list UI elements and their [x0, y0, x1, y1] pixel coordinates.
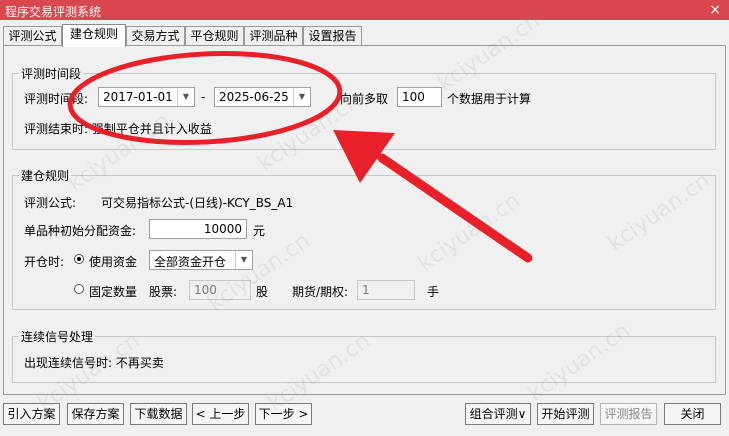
use-capital-label[interactable]: 使用资金 [89, 253, 137, 270]
close-button[interactable]: 关闭 [664, 403, 721, 425]
close-icon[interactable]: × [709, 1, 721, 19]
download-button[interactable]: 下载数据 [130, 403, 187, 425]
shares-input[interactable]: 100 [189, 280, 251, 300]
end-date-picker[interactable]: 2025-06-25 ▼ [214, 87, 311, 107]
tab-instruments[interactable]: 评测品种 [244, 26, 303, 46]
start-eval-button[interactable]: 开始评测 [537, 403, 594, 425]
period-group: 评测时间段 评测时间段: 2017-01-01 ▼ - 2025-06-25 ▼… [12, 65, 716, 150]
use-capital-radio[interactable] [74, 254, 84, 264]
shares-label: 股票: [149, 285, 178, 299]
open-rules-legend: 建仓规则 [19, 167, 72, 184]
tab-panel: 评测时间段 评测时间段: 2017-01-01 ▼ - 2025-06-25 ▼… [3, 45, 726, 395]
tab-report-settings[interactable]: 设置报告 [303, 26, 362, 46]
capital-mode-select[interactable]: 全部资金开仓 ▼ [149, 250, 253, 270]
tab-close-rules[interactable]: 平仓规则 [185, 26, 244, 46]
lookback-prefix: 向前多取 [340, 92, 389, 106]
start-date-picker[interactable]: 2017-01-01 ▼ [98, 87, 195, 107]
signal-legend: 连续信号处理 [19, 328, 96, 345]
futures-unit: 手 [427, 285, 440, 299]
capital-unit: 元 [253, 224, 266, 238]
bottom-button-bar: 引入方案 保存方案 下载数据 < 上一步 下一步 > 组合评测∨ 开始评测 评测… [0, 403, 729, 427]
tab-open-rules[interactable]: 建仓规则 [62, 24, 126, 47]
save-button[interactable]: 保存方案 [67, 403, 124, 425]
date-separator: - [201, 90, 206, 104]
chevron-down-icon[interactable]: ▼ [177, 88, 194, 106]
futures-input[interactable]: 1 [357, 280, 415, 300]
capital-mode-value: 全部资金开仓 [154, 255, 227, 269]
fixed-qty-radio[interactable] [74, 284, 84, 294]
title-bar: 程序交易评测系统 × [0, 0, 729, 20]
end-rule-text: 评测结束时: 强制平仓并且计入收益 [24, 122, 212, 136]
window-title: 程序交易评测系统 [5, 5, 102, 19]
tab-trade-mode[interactable]: 交易方式 [126, 26, 185, 46]
report-button[interactable]: 评测报告 [600, 403, 657, 425]
lookback-input[interactable]: 100 [397, 87, 442, 107]
import-button[interactable]: 引入方案 [3, 403, 60, 425]
capital-label: 单品种初始分配资金: [24, 224, 137, 238]
capital-input[interactable]: 10000 [149, 219, 247, 239]
period-label: 评测时间段: [24, 92, 89, 106]
lookback-suffix: 个数据用于计算 [447, 92, 532, 106]
fixed-qty-label[interactable]: 固定数量 [89, 283, 137, 300]
chevron-down-icon[interactable]: ▼ [293, 88, 310, 106]
chevron-down-icon[interactable]: ▼ [235, 251, 252, 269]
formula-value: 可交易指标公式-(日线)-KCY_BS_A1 [101, 196, 294, 210]
end-date-value: 2025-06-25 [219, 90, 289, 104]
open-rules-group: 建仓规则 评测公式: 可交易指标公式-(日线)-KCY_BS_A1 单品种初始分… [12, 167, 716, 310]
evaluation-window: 程序交易评测系统 × 评测公式 建仓规则 交易方式 平仓规则 评测品种 设置报告… [0, 0, 729, 436]
combo-eval-button[interactable]: 组合评测∨ [465, 403, 531, 425]
futures-label: 期货/期权: [292, 285, 349, 299]
signal-text: 出现连续信号时: 不再买卖 [24, 356, 164, 370]
tab-formula[interactable]: 评测公式 [3, 26, 62, 46]
shares-unit: 股 [256, 285, 269, 299]
prev-button[interactable]: < 上一步 [192, 403, 249, 425]
signal-group: 连续信号处理 出现连续信号时: 不再买卖 [12, 328, 716, 383]
period-legend: 评测时间段 [19, 65, 84, 82]
next-button[interactable]: 下一步 > [255, 403, 312, 425]
start-date-value: 2017-01-01 [103, 90, 173, 104]
open-label: 开仓时: [24, 255, 65, 269]
formula-label: 评测公式: [24, 196, 77, 210]
